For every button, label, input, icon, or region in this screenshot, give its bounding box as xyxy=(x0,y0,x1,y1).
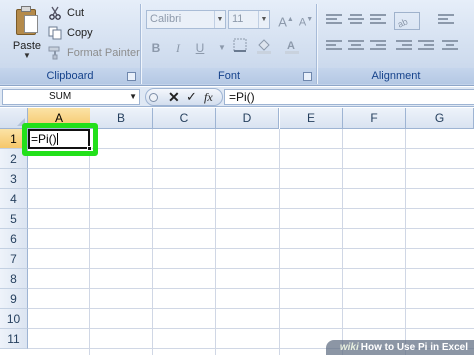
wikihow-watermark: wiki How to Use Pi in Excel xyxy=(325,340,474,355)
formula-buttons: ✕ ✓ fx xyxy=(145,88,223,106)
gridline xyxy=(28,248,474,249)
insert-function-button[interactable]: fx xyxy=(204,89,213,105)
column-header-c[interactable]: C xyxy=(153,108,216,129)
formula-bar: SUM ▼ ✕ ✓ fx =Pi() xyxy=(0,87,474,107)
font-group-title: Font xyxy=(142,68,316,84)
gridline xyxy=(279,129,280,355)
format-painter-label: Format Painter xyxy=(67,47,140,59)
font-name-value: Calibri xyxy=(150,13,182,25)
copy-label: Copy xyxy=(67,27,93,39)
align-middle-icon[interactable] xyxy=(348,14,364,28)
group-divider xyxy=(316,4,317,84)
alignment-group-title: Alignment xyxy=(318,68,474,84)
row-header-9[interactable]: 9 xyxy=(0,289,28,309)
cut-label: Cut xyxy=(67,7,85,19)
alignment-group: ab Alignment xyxy=(318,0,474,86)
fill-color-button[interactable] xyxy=(254,38,274,58)
decrease-indent-icon[interactable] xyxy=(396,40,412,54)
font-color-button[interactable]: A xyxy=(282,38,302,58)
column-header-d[interactable]: D xyxy=(216,108,279,129)
copy-icon xyxy=(48,26,62,40)
scissors-icon xyxy=(48,6,62,20)
paste-button[interactable]: Paste ▼ xyxy=(10,6,44,60)
gridline xyxy=(28,308,474,309)
gridline xyxy=(28,168,474,169)
grow-font-button[interactable]: A▲ xyxy=(276,10,296,30)
paste-icon xyxy=(15,6,39,36)
font-name-select[interactable]: Calibri ▼ xyxy=(146,10,226,29)
row-header-10[interactable]: 10 xyxy=(0,309,28,329)
name-box[interactable]: SUM ▼ xyxy=(2,89,140,105)
expand-handle-icon[interactable] xyxy=(149,93,158,102)
gridline xyxy=(405,129,406,355)
align-right-icon[interactable] xyxy=(370,40,386,54)
row-header-11[interactable]: 11 xyxy=(0,329,28,349)
gridline xyxy=(28,268,474,269)
font-dialog-launcher-icon[interactable] xyxy=(303,72,312,81)
align-top-icon[interactable] xyxy=(326,14,342,28)
font-group: Calibri ▼ 11 ▼ A▲ A▼ B I U ▼ A Font xyxy=(142,0,316,86)
row-header-7[interactable]: 7 xyxy=(0,249,28,269)
name-box-value: SUM xyxy=(49,91,72,102)
gridline xyxy=(215,129,216,355)
group-divider xyxy=(140,4,141,84)
clipboard-group-title: Clipboard xyxy=(0,68,140,84)
gridline xyxy=(342,129,343,355)
paint-bucket-icon xyxy=(257,39,271,54)
column-header-e[interactable]: E xyxy=(280,108,343,129)
underline-dropdown-icon[interactable]: ▼ xyxy=(212,38,232,58)
copy-button[interactable]: Copy xyxy=(48,24,93,42)
gridline xyxy=(152,129,153,355)
clipboard-dialog-launcher-icon[interactable] xyxy=(127,72,136,81)
font-color-icon: A xyxy=(285,40,299,54)
gridline xyxy=(89,129,90,355)
bold-button[interactable]: B xyxy=(146,38,166,58)
gridline xyxy=(28,288,474,289)
row-header-8[interactable]: 8 xyxy=(0,269,28,289)
clipboard-group: Paste ▼ Cut Copy Format Painter Clipboar… xyxy=(0,0,140,86)
orientation-icon[interactable]: ab xyxy=(394,12,420,30)
column-header-g[interactable]: G xyxy=(406,108,474,129)
svg-text:A: A xyxy=(287,40,295,52)
formula-input[interactable]: =Pi() xyxy=(224,89,474,105)
cut-button[interactable]: Cut xyxy=(48,4,84,22)
font-size-select[interactable]: 11 ▼ xyxy=(228,10,270,29)
gridline xyxy=(28,328,474,329)
svg-text:ab: ab xyxy=(397,16,409,28)
align-bottom-icon[interactable] xyxy=(370,14,386,28)
chevron-down-icon: ▼ xyxy=(214,11,225,28)
underline-button[interactable]: U xyxy=(190,38,210,58)
italic-button[interactable]: I xyxy=(168,38,188,58)
wrap-text-icon[interactable] xyxy=(438,14,454,28)
enter-icon[interactable]: ✓ xyxy=(186,89,197,105)
align-left-icon[interactable] xyxy=(326,40,342,54)
watermark-text: How to Use Pi in Excel xyxy=(360,342,468,353)
merge-center-icon[interactable] xyxy=(442,40,458,54)
row-header-4[interactable]: 4 xyxy=(0,189,28,209)
increase-indent-icon[interactable] xyxy=(418,40,434,54)
font-size-value: 11 xyxy=(232,13,244,25)
row-header-6[interactable]: 6 xyxy=(0,229,28,249)
column-header-f[interactable]: F xyxy=(343,108,406,129)
row-header-3[interactable]: 3 xyxy=(0,169,28,189)
gridline xyxy=(28,228,474,229)
watermark-brand: wiki xyxy=(339,342,359,353)
chevron-down-icon[interactable]: ▼ xyxy=(129,90,137,104)
cancel-icon[interactable]: ✕ xyxy=(168,89,180,105)
format-painter-button[interactable]: Format Painter xyxy=(48,44,140,62)
row-header-5[interactable]: 5 xyxy=(0,209,28,229)
column-header-b[interactable]: B xyxy=(90,108,153,129)
green-highlight-box xyxy=(22,123,98,156)
ribbon: Paste ▼ Cut Copy Format Painter Clipboar… xyxy=(0,0,474,86)
brush-icon xyxy=(48,46,62,60)
align-center-icon[interactable] xyxy=(348,40,364,54)
shrink-font-button[interactable]: A▼ xyxy=(296,10,316,30)
worksheet-grid: A B C D E F G 1 2 3 4 5 6 7 8 9 10 11 =Pi() xyxy=(0,108,474,355)
borders-button[interactable] xyxy=(230,38,250,58)
chevron-down-icon: ▼ xyxy=(258,11,269,28)
borders-icon xyxy=(233,38,247,52)
gridline xyxy=(28,188,474,189)
gridline xyxy=(28,208,474,209)
paste-dropdown-icon[interactable]: ▼ xyxy=(10,52,44,60)
